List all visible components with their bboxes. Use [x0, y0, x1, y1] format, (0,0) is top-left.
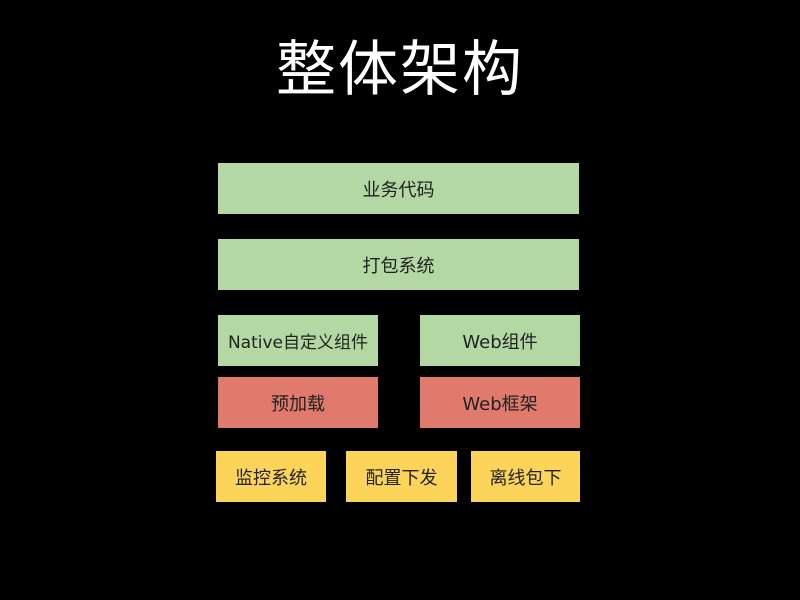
web-components-box: Web组件 — [420, 315, 580, 366]
web-components-label: Web组件 — [462, 331, 538, 353]
business-code-box: 业务代码 — [218, 163, 579, 214]
monitoring-system-box: 监控系统 — [216, 451, 326, 502]
config-delivery-box: 配置下发 — [346, 451, 457, 502]
web-framework-box: Web框架 — [420, 377, 580, 428]
native-components-box: Native自定义组件 — [218, 315, 378, 366]
business-code-label: 业务代码 — [362, 179, 435, 201]
monitoring-system-label: 监控系统 — [235, 467, 307, 489]
offline-package-box: 离线包下 — [471, 451, 580, 502]
native-components-label: Native自定义组件 — [227, 333, 369, 353]
diagram-title: 整体架构 — [276, 35, 524, 105]
web-framework-label: Web框架 — [462, 393, 538, 415]
preload-box: 预加载 — [218, 377, 378, 428]
offline-package-label: 离线包下 — [489, 467, 562, 489]
config-delivery-label: 配置下发 — [365, 467, 438, 489]
packaging-system-label: 打包系统 — [362, 255, 435, 277]
preload-label: 预加载 — [271, 393, 325, 415]
packaging-system-box: 打包系统 — [218, 239, 579, 290]
